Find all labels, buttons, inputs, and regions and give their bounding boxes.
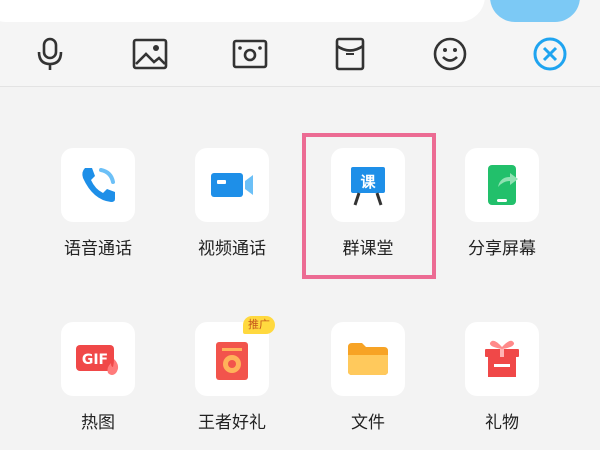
phone-icon bbox=[61, 148, 135, 222]
hot-gif-label: 热图 bbox=[81, 413, 115, 433]
chat-input-bar: 发送 bbox=[0, 0, 600, 87]
microphone-icon[interactable] bbox=[32, 36, 68, 72]
video-call-button[interactable]: 视频通话 bbox=[182, 148, 282, 259]
honor-of-kings-gift-label: 王者好礼 bbox=[198, 413, 266, 433]
gift-box-icon bbox=[465, 322, 539, 396]
share-screen-icon bbox=[465, 148, 539, 222]
file-label: 文件 bbox=[351, 413, 385, 433]
send-button[interactable]: 发送 bbox=[490, 0, 580, 22]
file-button[interactable]: 文件 bbox=[318, 322, 418, 433]
close-icon[interactable] bbox=[532, 36, 568, 72]
share-screen-label: 分享屏幕 bbox=[468, 239, 536, 259]
video-call-label: 视频通话 bbox=[198, 239, 266, 259]
image-icon[interactable] bbox=[132, 36, 168, 72]
voice-call-button[interactable]: 语音通话 bbox=[48, 148, 148, 259]
honor-of-kings-gift-button[interactable]: 推广 王者好礼 bbox=[182, 316, 282, 433]
highlight-frame bbox=[302, 133, 436, 279]
gift-button[interactable]: 礼物 bbox=[452, 322, 552, 433]
red-packet-icon[interactable] bbox=[332, 36, 368, 72]
hot-gif-button[interactable]: GIF 热图 bbox=[48, 322, 148, 433]
voice-call-label: 语音通话 bbox=[64, 239, 132, 259]
video-camera-icon bbox=[195, 148, 269, 222]
gift-label: 礼物 bbox=[485, 413, 519, 433]
message-input[interactable] bbox=[0, 0, 485, 22]
game-gift-icon: 推广 bbox=[195, 316, 275, 396]
share-screen-button[interactable]: 分享屏幕 bbox=[452, 148, 552, 259]
emoji-icon[interactable] bbox=[432, 36, 468, 72]
promotion-badge: 推广 bbox=[243, 316, 275, 334]
folder-icon bbox=[331, 322, 405, 396]
gif-icon-text: GIF bbox=[82, 352, 108, 368]
gif-icon: GIF bbox=[61, 322, 135, 396]
camera-icon[interactable] bbox=[232, 36, 268, 72]
